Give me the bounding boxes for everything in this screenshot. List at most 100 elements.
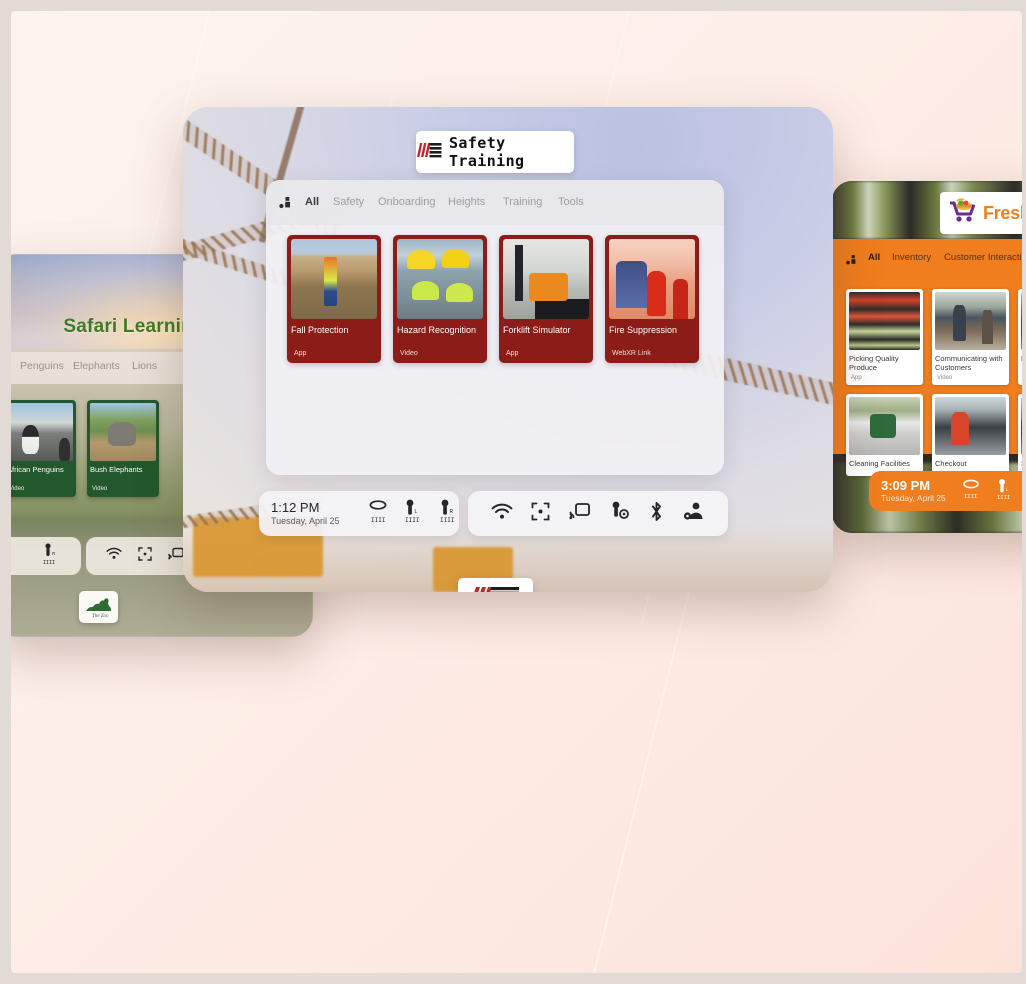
card-thumbnail	[397, 239, 483, 319]
svg-text:R: R	[52, 551, 56, 556]
card-thumbnail	[291, 239, 377, 319]
svg-text:IIII: IIII	[405, 517, 420, 524]
usa-construction-logo	[416, 142, 442, 163]
desktop-canvas: Safari Learning Lab Penguins Elephants L…	[11, 11, 1022, 973]
main-window-titlebar: Safety Training	[416, 131, 574, 173]
right-card-title: Checkout	[935, 459, 967, 468]
svg-text:IIII: IIII	[964, 494, 977, 500]
cast-icon[interactable]	[569, 502, 591, 525]
card-hazard-recognition[interactable]: Hazard Recognition Video	[393, 235, 487, 363]
card-kind: WebXR Link	[612, 350, 651, 357]
apps-grid-icon[interactable]	[846, 252, 859, 270]
wifi-icon[interactable]	[106, 547, 122, 565]
right-window-tabbar[interactable]: All Inventory Customer Interactions	[832, 239, 1022, 279]
right-card-checkout[interactable]: Checkout	[932, 394, 1009, 476]
tab-safety[interactable]: Safety	[333, 196, 364, 208]
freshfoods-logo-text: FreshFoods	[983, 202, 1022, 223]
right-window-card-grid: Picking Quality Produce App Communicatin…	[832, 279, 1022, 476]
right-card-title: Communicating with Customers	[935, 354, 1003, 372]
right-card-title: Cleaning Facilities	[849, 459, 910, 468]
wifi-icon[interactable]	[491, 503, 513, 525]
left-dock-status[interactable]: LIIII RIIII	[11, 537, 81, 575]
left-tab-elephants[interactable]: Elephants	[73, 360, 120, 372]
main-dock-time: 1:12 PM	[271, 500, 320, 516]
right-card-kind: Video	[937, 375, 953, 381]
card-fall-protection[interactable]: Fall Protection App	[287, 235, 381, 363]
svg-text:IIII: IIII	[43, 560, 55, 565]
right-tab-all[interactable]: All	[868, 252, 880, 263]
left-tab-penguins[interactable]: Penguins	[20, 360, 64, 372]
card-kind: App	[506, 350, 519, 357]
the-zoo-logo: The Zoo	[85, 598, 111, 619]
left-card-thumbnail	[90, 403, 156, 461]
main-window-tabbar[interactable]: All Safety Onboarding Heights Training T…	[266, 180, 724, 225]
right-card-thumbnail	[935, 292, 1006, 350]
right-card-picking-quality-produce[interactable]: Picking Quality Produce App	[846, 289, 923, 385]
main-dock-status[interactable]: 1:12 PM Tuesday, April 25 IIII L IIII R II…	[259, 491, 459, 536]
right-card-title: Practicing Employee	[1021, 354, 1022, 363]
usa-construction-logo	[473, 586, 519, 592]
svg-text:R: R	[450, 509, 454, 515]
bg-streak	[570, 578, 694, 973]
left-card-title: Bush Elephants	[90, 465, 143, 474]
right-card-security[interactable]: Security	[1018, 394, 1022, 476]
card-thumbnail	[503, 239, 589, 319]
right-card-thumbnail	[935, 397, 1006, 455]
card-title: Fire Suppression	[609, 325, 678, 335]
window-freshfoods[interactable]: FreshFoods All Inventory Customer Intera…	[832, 181, 1022, 533]
headset-icon[interactable]: IIII	[962, 478, 980, 505]
card-thumbnail	[609, 239, 695, 319]
svg-text:IIII: IIII	[997, 495, 1010, 500]
usa-construction-badge[interactable]: USAconstruction	[458, 578, 533, 592]
right-card-thumbnail	[849, 292, 920, 350]
tab-tools[interactable]: Tools	[558, 196, 584, 208]
screenshot-icon[interactable]	[138, 546, 152, 566]
the-zoo-badge[interactable]: The Zoo	[79, 591, 118, 623]
left-card-thumbnail	[11, 403, 73, 461]
svg-text:L: L	[1006, 487, 1009, 492]
headset-icon[interactable]: IIII	[368, 498, 388, 529]
right-card-thumbnail	[1021, 397, 1022, 455]
tab-heights[interactable]: Heights	[448, 196, 485, 208]
left-card-bush-elephants[interactable]: Bush Elephants Video	[87, 400, 159, 497]
right-card-kind: App	[851, 375, 862, 381]
tab-training[interactable]: Training	[503, 196, 542, 208]
right-tab-customer-interactions[interactable]: Customer Interactions	[944, 252, 1022, 263]
left-card-kind: Video	[11, 486, 25, 492]
card-title: Forklift Simulator	[503, 325, 571, 335]
left-tab-lions[interactable]: Lions	[132, 360, 157, 372]
controller-left-icon[interactable]: L IIII	[403, 498, 423, 529]
main-window-title: Safety Training	[449, 134, 525, 170]
card-forklift-simulator[interactable]: Forklift Simulator App	[499, 235, 593, 363]
right-tab-inventory[interactable]: Inventory	[892, 252, 931, 263]
card-fire-suppression[interactable]: Fire Suppression WebXR Link	[605, 235, 699, 363]
main-dock-actions[interactable]	[468, 491, 728, 536]
left-card-african-penguins[interactable]: African Penguins Video	[11, 400, 76, 497]
cast-icon[interactable]	[168, 547, 184, 565]
controller-left-icon[interactable]: L IIII	[996, 478, 1012, 505]
card-title: Fall Protection	[291, 325, 349, 335]
controller-right-icon[interactable]: R IIII	[42, 542, 56, 570]
right-card-communicating-with-customers[interactable]: Communicating with Customers Video	[932, 289, 1009, 385]
right-card-title: Picking Quality Produce	[849, 354, 899, 372]
svg-text:The Zoo: The Zoo	[92, 614, 109, 619]
card-kind: Video	[400, 350, 418, 357]
apps-grid-icon[interactable]	[279, 196, 294, 214]
svg-text:L: L	[415, 509, 418, 515]
freshfoods-logo-plate: FreshFoods	[940, 192, 1022, 234]
tab-all[interactable]: All	[305, 196, 319, 208]
right-card-practicing-employee[interactable]: Practicing Employee Video	[1018, 289, 1022, 385]
right-dock[interactable]: 3:09 PM Tuesday, April 25 IIII LIIII RII…	[869, 471, 1022, 511]
main-dock-date: Tuesday, April 25	[271, 515, 340, 526]
left-card-kind: Video	[92, 486, 108, 492]
right-card-cleaning-facilities[interactable]: Cleaning Facilities	[846, 394, 923, 476]
bluetooth-icon[interactable]	[649, 501, 664, 527]
tab-onboarding[interactable]: Onboarding	[378, 196, 436, 208]
controller-right-icon[interactable]: R IIII	[438, 498, 458, 529]
window-safety-training[interactable]: Safety Training All Safety Onboarding He…	[183, 107, 833, 592]
shopping-cart-vegetables-icon	[948, 197, 978, 229]
controller-settings-icon[interactable]	[609, 500, 631, 527]
user-settings-icon[interactable]	[683, 501, 705, 526]
card-title: Hazard Recognition	[397, 325, 477, 335]
screenshot-icon[interactable]	[531, 502, 550, 526]
